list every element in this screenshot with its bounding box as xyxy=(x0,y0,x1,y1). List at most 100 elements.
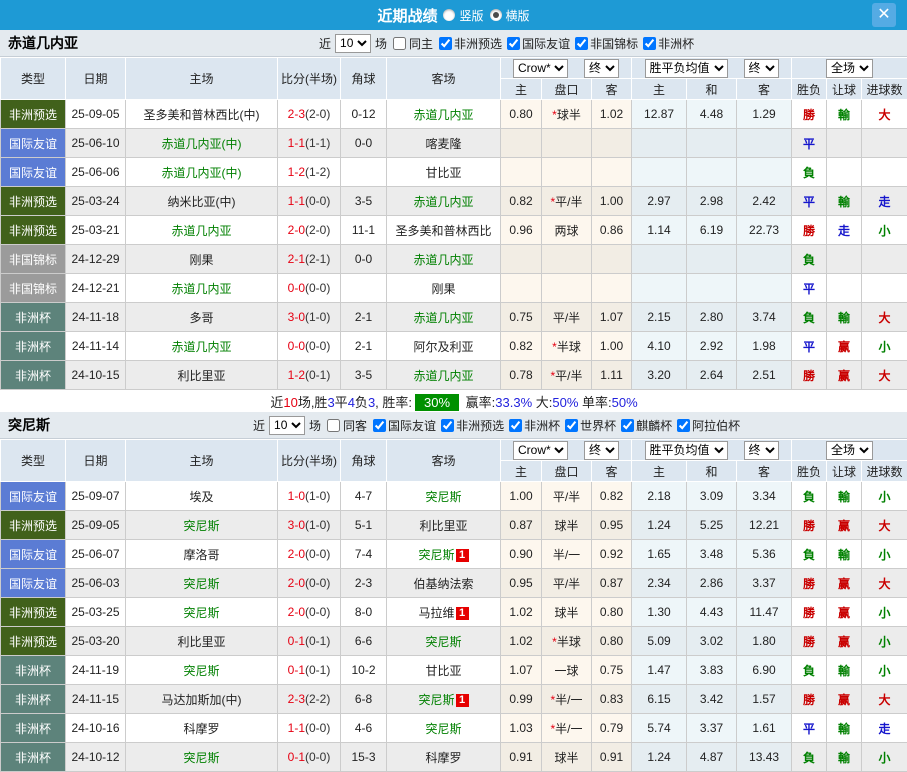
league-checkbox[interactable] xyxy=(621,419,634,432)
league-checkbox[interactable] xyxy=(565,419,578,432)
match-count-select[interactable]: 10 xyxy=(269,416,305,435)
section-header: 赤道几内亚近10场同主非洲预选国际友谊非国锦标非洲杯 xyxy=(0,30,907,57)
league-checkbox[interactable] xyxy=(575,37,588,50)
col-header-away: 客场 xyxy=(387,58,501,100)
final-select[interactable]: 终 xyxy=(744,441,779,460)
avg-select[interactable]: 胜平负均值 xyxy=(645,441,728,460)
away-team-name: 甘比亚 xyxy=(425,664,461,678)
away-odds-cell xyxy=(592,245,632,274)
away-odds-cell: 0.95 xyxy=(592,511,632,540)
home-team-name: 突尼斯 xyxy=(183,606,219,620)
avg-home-cell: 4.10 xyxy=(632,332,687,361)
avg-draw-cell: 2.92 xyxy=(687,332,737,361)
close-icon[interactable]: ✕ xyxy=(872,3,896,27)
league-checkbox[interactable] xyxy=(439,37,452,50)
bookmaker-select[interactable]: Crow* xyxy=(513,441,568,460)
final-select[interactable]: 终 xyxy=(584,441,619,460)
radio-vertical-layout[interactable]: 竖版 xyxy=(443,7,483,24)
match-count-select[interactable]: 10 xyxy=(335,34,371,53)
avg-home-cell xyxy=(632,245,687,274)
away-team-name: 阿尔及利亚 xyxy=(413,340,473,354)
corner-cell: 4-7 xyxy=(341,482,387,511)
half-score: (0-0) xyxy=(305,194,330,208)
away-team-cell: 圣多美和普林西比 xyxy=(387,216,501,245)
goals-result-cell: 大 xyxy=(862,303,907,332)
avg-home-cell xyxy=(632,158,687,187)
away-team-name: 赤道几内亚 xyxy=(413,108,473,122)
same-venue-label: 同主 xyxy=(409,35,433,52)
date-cell: 25-03-20 xyxy=(66,627,126,656)
home-team-cell: 赤道几内亚 xyxy=(126,274,278,303)
league-checkbox[interactable] xyxy=(441,419,454,432)
half-score: (0-0) xyxy=(305,721,330,735)
full-score: 3-0 xyxy=(288,310,305,324)
corner-cell: 2-3 xyxy=(341,569,387,598)
avg-home-cell: 2.97 xyxy=(632,187,687,216)
away-team-cell: 赤道几内亚 xyxy=(387,245,501,274)
avg-draw-cell: 4.48 xyxy=(687,100,737,129)
home-team-cell: 马达加斯加(中) xyxy=(126,685,278,714)
league-checkbox[interactable] xyxy=(509,419,522,432)
avg-home-cell: 5.74 xyxy=(632,714,687,743)
handicap-cell: 半/一 xyxy=(542,540,592,569)
home-odds-cell: 0.87 xyxy=(501,511,542,540)
team-name: 突尼斯 xyxy=(8,415,50,435)
scope-select[interactable]: 全场 xyxy=(826,441,873,460)
results-table: 类型日期主场比分(半场)角球客场Crow*终胜平负均值终全场主盘口客主和客胜负让… xyxy=(0,439,907,772)
half-score: (2-2) xyxy=(305,692,330,706)
col-header-avg-home: 主 xyxy=(632,79,687,100)
score-cell: 1-1(1-1) xyxy=(278,129,341,158)
radio-icon xyxy=(490,9,502,21)
avg-draw-cell: 2.64 xyxy=(687,361,737,390)
league-label: 非洲杯 xyxy=(524,417,560,434)
scope-select[interactable]: 全场 xyxy=(826,59,873,78)
home-team-cell: 突尼斯 xyxy=(126,511,278,540)
col-header-result: 胜负 xyxy=(792,79,827,100)
same-venue-label: 同客 xyxy=(343,417,367,434)
league-checkbox[interactable] xyxy=(677,419,690,432)
final-select[interactable]: 终 xyxy=(744,59,779,78)
same-venue-checkbox[interactable] xyxy=(327,419,340,432)
col-header-type: 类型 xyxy=(1,440,66,482)
handicap-result-cell: 赢 xyxy=(827,511,862,540)
col-header-avg-away: 客 xyxy=(737,79,792,100)
avg-select[interactable]: 胜平负均值 xyxy=(645,59,728,78)
table-row: 非洲预选25-03-20利比里亚0-1(0-1)6-6突尼斯1.02*半球0.8… xyxy=(1,627,907,656)
corner-cell xyxy=(341,158,387,187)
radio-horizontal-label: 横版 xyxy=(506,7,530,24)
league-checkbox[interactable] xyxy=(507,37,520,50)
bookmaker-select[interactable]: Crow* xyxy=(513,59,568,78)
home-odds-cell: 1.02 xyxy=(501,598,542,627)
home-odds-cell: 0.99 xyxy=(501,685,542,714)
odds-group-header: Crow* 终 xyxy=(501,440,632,461)
result-cell: 負 xyxy=(792,303,827,332)
radio-horizontal-layout[interactable]: 横版 xyxy=(490,7,530,24)
away-odds-cell: 0.86 xyxy=(592,216,632,245)
handicap-cell: *半/一 xyxy=(542,714,592,743)
league-checkbox[interactable] xyxy=(643,37,656,50)
away-team-cell: 赤道几内亚 xyxy=(387,361,501,390)
avg-home-cell: 3.20 xyxy=(632,361,687,390)
handicap-result-cell: 輸 xyxy=(827,303,862,332)
date-cell: 25-03-24 xyxy=(66,187,126,216)
summary-row: 近10场,胜3平4负3, 胜率:30% 赢率:33.3% 大:50% 单率:50… xyxy=(1,390,907,413)
type-badge: 国际友谊 xyxy=(1,158,66,187)
corner-cell: 0-12 xyxy=(341,100,387,129)
half-score: (0-1) xyxy=(305,368,330,382)
final-select[interactable]: 终 xyxy=(584,59,619,78)
home-team-cell: 圣多美和普林西比(中) xyxy=(126,100,278,129)
table-row: 国际友谊25-06-06赤道几内亚(中)1-2(1-2)甘比亚負 xyxy=(1,158,907,187)
col-header-date: 日期 xyxy=(66,440,126,482)
avg-draw-cell xyxy=(687,274,737,303)
avg-away-cell xyxy=(737,274,792,303)
handicap-cell: *半球 xyxy=(542,627,592,656)
league-checkbox[interactable] xyxy=(373,419,386,432)
avg-away-cell: 13.43 xyxy=(737,743,792,772)
date-cell: 25-06-03 xyxy=(66,569,126,598)
type-badge: 非洲预选 xyxy=(1,216,66,245)
home-team-name: 突尼斯 xyxy=(183,519,219,533)
score-cell: 2-0(0-0) xyxy=(278,598,341,627)
table-row: 非洲预选25-09-05圣多美和普林西比(中)2-3(2-0)0-12赤道几内亚… xyxy=(1,100,907,129)
same-venue-checkbox[interactable] xyxy=(393,37,406,50)
result-cell: 平 xyxy=(792,187,827,216)
